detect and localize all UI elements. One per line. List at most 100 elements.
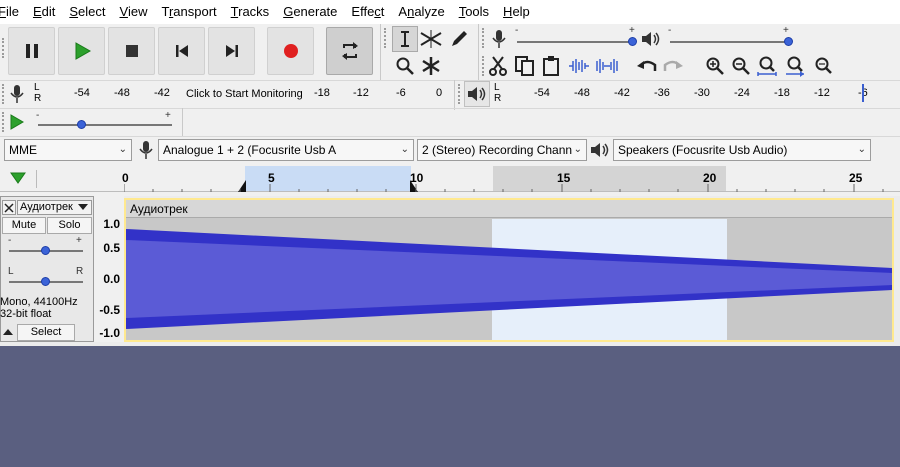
skip-start-button[interactable] — [158, 27, 205, 75]
speaker-icon — [589, 138, 611, 162]
menu-transport[interactable]: Transport — [154, 0, 223, 24]
slider-thumb[interactable] — [77, 120, 86, 129]
zoom-in-button[interactable] — [702, 53, 728, 79]
amplitude-label: 0.0 — [103, 272, 120, 286]
meter-right-label: R — [34, 93, 42, 104]
playback-meter[interactable]: -54 -48 -42 -36 -30 -24 -18 -12 -6 — [504, 82, 896, 104]
close-track-button[interactable] — [2, 200, 16, 215]
redo-button[interactable] — [660, 53, 686, 79]
trim-button[interactable] — [566, 53, 592, 79]
playback-volume-slider[interactable] — [670, 41, 790, 43]
zoom-fit-icon — [786, 56, 804, 77]
toolbar-grip[interactable] — [2, 38, 6, 58]
meter-tick: -6 — [396, 87, 406, 99]
track-menu-button[interactable]: Аудиотрек — [17, 200, 92, 215]
playback-device-select[interactable]: Speakers (Focusrite Usb Audio) ⌄ — [613, 139, 871, 161]
track-format-rate: Mono, 44100Hz — [0, 296, 78, 308]
timeline-tick-label: 5 — [268, 171, 275, 185]
collapse-track-icon[interactable] — [3, 328, 13, 336]
meter-tick: -48 — [574, 87, 590, 99]
toolbar-grip[interactable] — [384, 28, 388, 48]
zoom-tool-button[interactable] — [392, 53, 418, 79]
copy-button[interactable] — [512, 53, 538, 79]
amplitude-label: -0.5 — [99, 303, 120, 317]
skip-end-button[interactable] — [208, 27, 255, 75]
recording-meter-button[interactable] — [6, 81, 28, 107]
slider-thumb[interactable] — [41, 246, 50, 255]
playback-speed-slider[interactable] — [38, 124, 172, 126]
timeline-options-button[interactable] — [6, 168, 30, 188]
playback-meter-button[interactable] — [464, 81, 490, 107]
cut-button[interactable] — [486, 53, 512, 79]
undo-button[interactable] — [634, 53, 660, 79]
menu-analyze[interactable]: Analyze — [391, 0, 451, 24]
recording-meter[interactable]: -54 -48 -42 Click to Start Monitoring -1… — [44, 82, 446, 104]
clip-name: Аудиотрек — [130, 202, 188, 216]
loop-button[interactable] — [326, 27, 373, 75]
waveform-clip[interactable]: Аудиотрек — [124, 198, 894, 342]
clipboard-icon — [543, 56, 559, 76]
recording-volume-button[interactable] — [486, 26, 512, 52]
solo-button[interactable]: Solo — [47, 217, 92, 234]
envelope-tool-button[interactable] — [418, 26, 444, 52]
draw-tool-button[interactable] — [446, 26, 472, 52]
stop-button[interactable] — [108, 27, 155, 75]
select-track-button[interactable]: Select — [17, 324, 75, 341]
timeline-tick-label: 10 — [410, 171, 424, 185]
silence-button[interactable] — [594, 53, 620, 79]
scissors-icon — [489, 56, 507, 76]
recording-volume-slider[interactable] — [517, 41, 635, 43]
gain-max-label: + — [76, 235, 82, 246]
slider-thumb[interactable] — [628, 37, 637, 46]
amplitude-ruler[interactable]: 1.0 0.5 0.0 -0.5 -1.0 — [94, 196, 124, 342]
play-button[interactable] — [58, 27, 105, 75]
track-control-panel[interactable]: Аудиотрек Mute Solo - + L R Mono, 44100H… — [0, 196, 94, 342]
slider-min-label: - — [668, 25, 672, 36]
play-icon — [75, 42, 91, 60]
meter-tick: -48 — [114, 87, 130, 99]
slider-thumb[interactable] — [784, 37, 793, 46]
playback-volume-button[interactable] — [638, 26, 664, 52]
menu-file[interactable]: File — [0, 0, 26, 24]
clip-title-bar[interactable]: Аудиотрек — [126, 200, 892, 218]
menu-tracks[interactable]: Tracks — [224, 0, 277, 24]
menu-view[interactable]: View — [113, 0, 155, 24]
fit-project-button[interactable] — [782, 53, 808, 79]
record-button[interactable] — [267, 27, 314, 75]
pause-button[interactable] — [8, 27, 55, 75]
play-at-speed-button[interactable] — [6, 110, 28, 134]
meter-tick: -24 — [734, 87, 750, 99]
recording-device-select[interactable]: Analogue 1 + 2 (Focusrite Usb A ⌄ — [158, 139, 414, 161]
ruler-ticks — [124, 184, 884, 192]
fit-selection-button[interactable] — [754, 53, 780, 79]
record-icon — [283, 44, 298, 58]
speaker-icon — [642, 32, 660, 46]
amplitude-label: 1.0 — [103, 217, 120, 231]
timeline-tick-label: 25 — [849, 171, 863, 185]
close-icon — [4, 202, 14, 213]
menu-generate[interactable]: Generate — [276, 0, 344, 24]
zoom-out-button[interactable] — [728, 53, 754, 79]
multi-tool-button[interactable] — [418, 53, 444, 79]
menu-tools[interactable]: Tools — [452, 0, 496, 24]
meter-tick: 0 — [436, 87, 443, 99]
pencil-icon — [452, 31, 467, 46]
menu-effect[interactable]: Effect — [344, 0, 391, 24]
microphone-icon — [136, 138, 156, 162]
toolbar-grip[interactable] — [458, 84, 462, 104]
slider-thumb[interactable] — [41, 277, 50, 286]
recording-channels-select[interactable]: 2 (Stereo) Recording Chann ⌄ — [417, 139, 587, 161]
waveform-display[interactable] — [126, 219, 892, 340]
menu-help[interactable]: Help — [496, 0, 537, 24]
audio-host-select[interactable]: MME ⌄ — [4, 139, 132, 161]
microphone-icon — [10, 85, 24, 103]
menu-select[interactable]: Select — [62, 0, 112, 24]
monitoring-prompt[interactable]: Click to Start Monitoring — [186, 88, 303, 100]
meter-left-label: L — [34, 82, 40, 93]
paste-button[interactable] — [538, 53, 564, 79]
zoom-toggle-button[interactable] — [810, 53, 836, 79]
selection-tool-button[interactable] — [392, 26, 418, 52]
menu-edit[interactable]: Edit — [26, 0, 62, 24]
timeline-ruler[interactable]: 0 5 10 15 20 25 — [0, 166, 900, 192]
mute-button[interactable]: Mute — [2, 217, 46, 234]
